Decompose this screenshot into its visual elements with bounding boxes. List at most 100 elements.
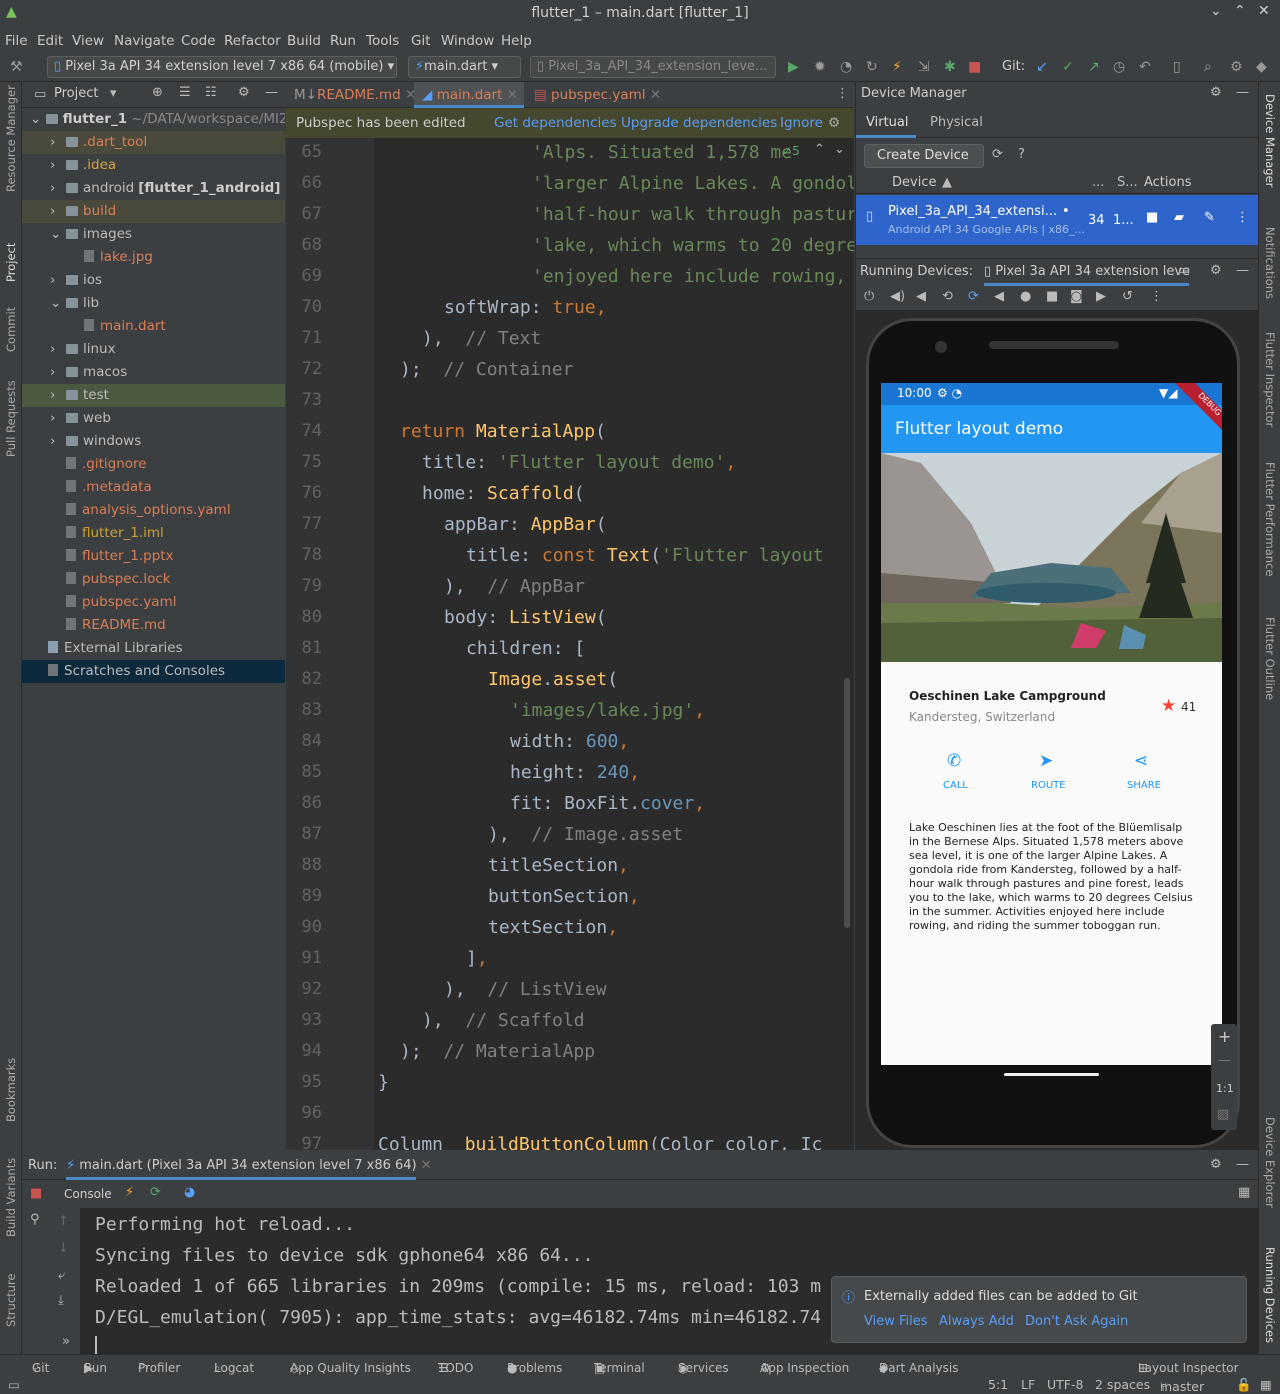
run-icon[interactable]: ▶ (788, 59, 799, 75)
chevron-down-icon[interactable]: ▾ (110, 86, 117, 101)
stripe-resource-manager[interactable]: Resource Manager (4, 85, 18, 192)
window-icon[interactable]: ▭ (1178, 263, 1190, 278)
zoom-actual-size[interactable]: 1:1 (1216, 1082, 1234, 1095)
chevron-icon[interactable]: › (50, 200, 66, 223)
more-icon[interactable]: ⋮ (1150, 289, 1163, 304)
more-icon[interactable]: ⋮ (1236, 210, 1249, 225)
menu-navigate[interactable]: Navigate (114, 33, 175, 49)
route-button[interactable]: ROUTE (1031, 780, 1066, 791)
tree-item[interactable]: lake.jpg (22, 246, 285, 269)
memory-icon[interactable]: ▦ (1260, 1377, 1272, 1392)
tab-pubspec[interactable]: ▤ pubspec.yaml ✕ (526, 82, 661, 108)
always-add-link[interactable]: Always Add (939, 1314, 1014, 1329)
tree-item[interactable]: ⌄ images (22, 223, 285, 246)
layout-icon[interactable]: ▦ (1238, 1185, 1250, 1200)
tree-item[interactable]: › web (22, 407, 285, 430)
tree-item[interactable]: .gitignore (22, 453, 285, 476)
share-icon[interactable]: ⋖ (1134, 751, 1148, 771)
snapshot-icon[interactable]: ↺ (1122, 289, 1133, 304)
hide-icon[interactable]: — (1236, 263, 1249, 278)
git-commit-icon[interactable]: ✓ (1062, 59, 1074, 75)
devtools-icon[interactable]: ◕ (184, 1185, 195, 1200)
chevron-icon[interactable]: › (50, 384, 66, 407)
git-history-icon[interactable]: ◷ (1113, 59, 1125, 75)
tree-item[interactable]: flutter_1.pptx (22, 545, 285, 568)
git-update-icon[interactable]: ↙ (1036, 59, 1048, 75)
up-icon[interactable]: ↑ (58, 1214, 69, 1229)
stripe-pull-requests[interactable]: Pull Requests (4, 380, 18, 457)
stripe-running-devices[interactable]: Running Devices (1263, 1247, 1277, 1343)
menu-run[interactable]: Run (330, 33, 356, 49)
run-config-selector[interactable]: ⚡main.dart ▾ (408, 56, 521, 78)
gear-icon[interactable]: ⚙ (1210, 1157, 1222, 1172)
volume-up-icon[interactable]: ◀) (890, 289, 905, 304)
phone-screen[interactable]: 10:00 ⚙ ◔ ▼◢ ▮ Flutter layout demo DEBUG… (881, 383, 1222, 1065)
menu-refactor[interactable]: Refactor (224, 33, 281, 49)
dont-ask-link[interactable]: Don't Ask Again (1025, 1314, 1128, 1329)
more-tabs-icon[interactable]: ⋮ (836, 86, 849, 101)
gesture-bar[interactable] (1004, 1073, 1099, 1076)
minimize-icon[interactable]: ⌄ (1210, 3, 1222, 19)
stripe-flutter-outline[interactable]: Flutter Outline (1263, 617, 1277, 700)
stripe-device-manager[interactable]: Device Manager (1263, 94, 1277, 187)
chevron-icon[interactable]: › (50, 269, 66, 292)
prev-highlight-icon[interactable]: ⌃ (814, 142, 825, 157)
close-tab-icon[interactable]: ✕ (507, 87, 518, 103)
tree-item[interactable]: pubspec.lock (22, 568, 285, 591)
soft-wrap-icon[interactable]: ⤶ (58, 1268, 65, 1283)
hammer-icon[interactable]: ⚒ (10, 59, 23, 75)
hot-reload-icon[interactable]: ⚡ (125, 1185, 134, 1200)
pin-icon[interactable]: ⚲ (30, 1212, 40, 1227)
hide-icon[interactable]: — (1236, 1157, 1249, 1172)
stripe-flutter-inspector[interactable]: Flutter Inspector (1263, 332, 1277, 427)
tree-item[interactable]: flutter_1.iml (22, 522, 285, 545)
down-icon[interactable]: ↓ (58, 1241, 69, 1256)
chevron-icon[interactable]: › (50, 430, 66, 453)
close-tab-icon[interactable]: ✕ (650, 87, 661, 103)
emulator-selector[interactable]: ▯ Pixel_3a_API_34_extension_leve... (530, 56, 776, 78)
refresh-icon[interactable]: ⟳ (992, 147, 1003, 162)
code-editor[interactable]: 65 66 67 68 69 70 71 72 73 74 75 76 77 78 79 80 81 82 83 84… (286, 138, 854, 1150)
hide-icon[interactable]: — (265, 85, 278, 100)
chevron-icon[interactable]: › (50, 407, 66, 430)
inspection-check-icon[interactable]: ✓5 (782, 144, 800, 158)
tree-item[interactable]: › .dart_tool (22, 131, 285, 154)
star-icon[interactable]: ★ (1161, 696, 1176, 716)
zoom-fit-icon[interactable]: ▨ (1217, 1107, 1229, 1122)
tree-item[interactable]: pubspec.yaml (22, 591, 285, 614)
menu-view[interactable]: View (72, 33, 104, 49)
menu-build[interactable]: Build (287, 33, 321, 49)
menu-tools[interactable]: Tools (366, 33, 399, 49)
running-device-tab[interactable]: ▯ Pixel 3a API 34 extension leve (984, 264, 1189, 286)
git-push-icon[interactable]: ↗ (1088, 59, 1100, 75)
attach-icon[interactable]: ⇲ (918, 59, 930, 75)
col-device[interactable]: Device (892, 175, 936, 190)
call-button[interactable]: CALL (943, 780, 968, 791)
tab-main-dart[interactable]: ◢ main.dart ✕ (414, 82, 524, 108)
indent-setting[interactable]: 2 spaces (1095, 1377, 1150, 1392)
col-api[interactable]: ... (1092, 175, 1104, 190)
editor-scrollbar[interactable] (844, 678, 850, 928)
col-size[interactable]: S... (1117, 175, 1138, 190)
screenshot-icon[interactable]: ◙ (1070, 289, 1083, 304)
tree-root[interactable]: ⌄ flutter_1 ~/DATA/workspace/MI2S_L (22, 108, 285, 131)
power-icon[interactable]: ⏻ (864, 289, 874, 304)
scroll-end-icon[interactable]: ⤓ (58, 1293, 64, 1308)
get-dependencies-link[interactable]: Get dependencies (494, 115, 617, 131)
run-tab[interactable]: ⚡ main.dart (Pixel 3a API 34 extension l… (66, 1152, 432, 1180)
tree-item[interactable]: › macos (22, 361, 285, 384)
close-icon[interactable]: ✕ (1258, 3, 1270, 19)
gear-icon[interactable]: ⚙ (238, 85, 250, 100)
view-files-link[interactable]: View Files (864, 1314, 928, 1329)
tree-item[interactable]: .metadata (22, 476, 285, 499)
tree-item[interactable]: analysis_options.yaml (22, 499, 285, 522)
maximize-icon[interactable]: ⌃ (1234, 3, 1246, 19)
home-icon[interactable]: ● (1020, 289, 1031, 304)
project-view-title[interactable]: Project (54, 86, 98, 101)
expand-icon[interactable]: » (62, 1334, 70, 1349)
locate-icon[interactable]: ⊕ (152, 85, 163, 100)
settings-icon[interactable]: ⚙ (1230, 59, 1243, 75)
stripe-project[interactable]: Project (4, 243, 18, 282)
tab-readme[interactable]: M↓README.md ✕ (286, 82, 416, 108)
debug-icon[interactable]: ✹ (814, 59, 826, 75)
